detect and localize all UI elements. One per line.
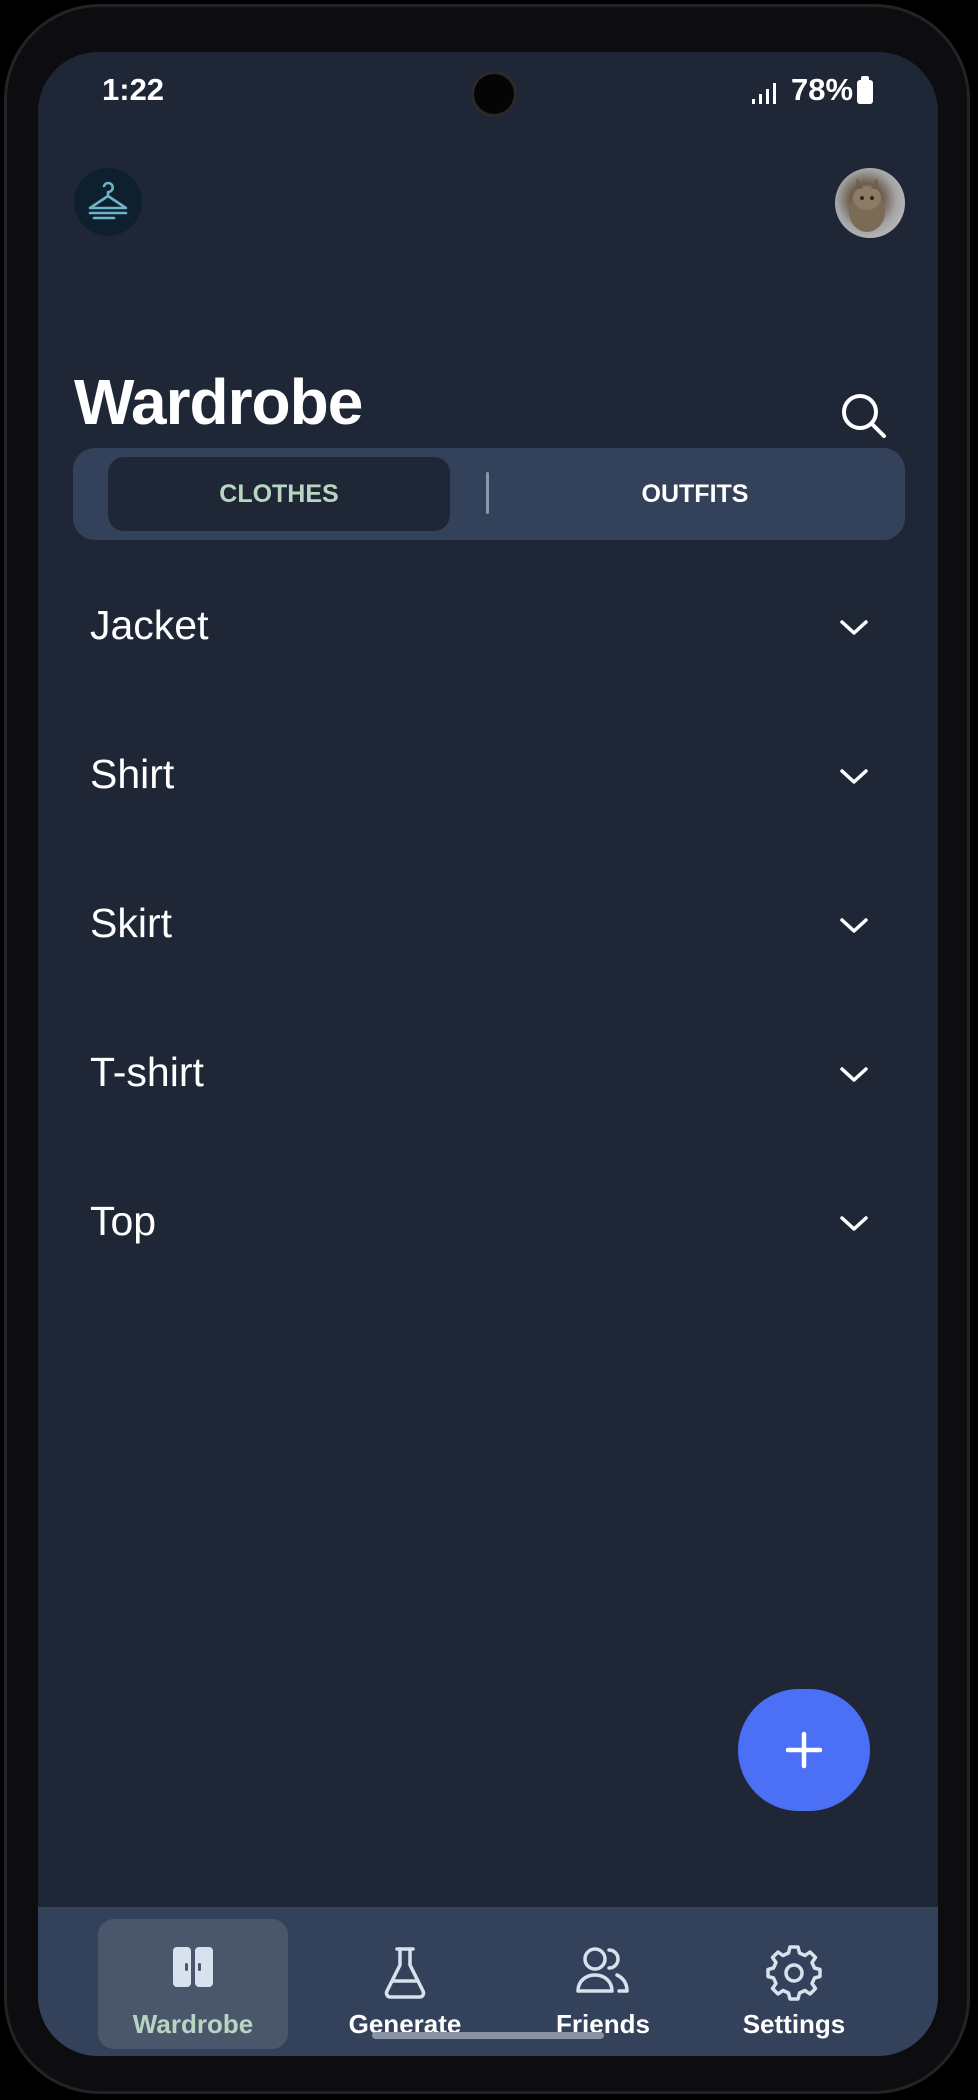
segmented-control: CLOTHES OUTFITS xyxy=(73,448,905,540)
chevron-down-icon xyxy=(840,769,868,784)
add-item-button[interactable] xyxy=(738,1689,870,1811)
category-list: Jacket Shirt Skirt T-shirt Top xyxy=(38,574,938,1319)
nav-label: Settings xyxy=(742,2009,846,2039)
phone-frame: 1:22 78% Wardrobe CLOTHES OUTFITS Jacket… xyxy=(4,4,970,2094)
camera-cutout xyxy=(474,74,514,114)
chevron-down-icon xyxy=(840,1067,868,1082)
battery-percentage: 78% xyxy=(791,72,854,107)
category-row-top[interactable]: Top xyxy=(38,1170,938,1319)
wardrobe-icon xyxy=(173,1947,213,1987)
tab-clothes[interactable]: CLOTHES xyxy=(108,457,450,531)
nav-generate[interactable]: Generate xyxy=(310,1919,500,2049)
status-time: 1:22 xyxy=(102,72,165,107)
status-bar: 1:22 78% xyxy=(38,52,938,132)
category-label: Jacket xyxy=(90,602,209,648)
hanger-logo-icon[interactable] xyxy=(74,168,142,236)
nav-label: Wardrobe xyxy=(132,2009,254,2039)
chevron-down-icon xyxy=(840,620,868,635)
battery-icon xyxy=(857,76,873,104)
category-row-t-shirt[interactable]: T-shirt xyxy=(38,1021,938,1170)
home-indicator[interactable] xyxy=(372,2032,604,2039)
app-screen: 1:22 78% Wardrobe CLOTHES OUTFITS Jacket… xyxy=(38,52,938,2056)
nav-settings[interactable]: Settings xyxy=(699,1919,889,2049)
gear-icon xyxy=(766,1945,822,2001)
category-label: Top xyxy=(90,1198,157,1244)
search-button[interactable] xyxy=(834,386,894,446)
chevron-down-icon xyxy=(840,918,868,933)
tab-divider xyxy=(486,472,489,514)
nav-wardrobe[interactable]: Wardrobe xyxy=(98,1919,288,2049)
category-row-shirt[interactable]: Shirt xyxy=(38,723,938,872)
friends-icon xyxy=(576,1947,629,1993)
signal-icon xyxy=(752,83,776,104)
category-label: T-shirt xyxy=(90,1049,204,1095)
tab-outfits[interactable]: OUTFITS xyxy=(505,457,885,531)
avatar[interactable] xyxy=(835,168,905,238)
category-row-jacket[interactable]: Jacket xyxy=(38,574,938,723)
plus-icon xyxy=(785,1731,823,1769)
page-title: Wardrobe xyxy=(74,366,363,438)
search-icon xyxy=(842,394,886,438)
category-row-skirt[interactable]: Skirt xyxy=(38,872,938,1021)
chevron-down-icon xyxy=(840,1216,868,1231)
category-label: Shirt xyxy=(90,751,175,797)
category-label: Skirt xyxy=(90,900,172,946)
nav-friends[interactable]: Friends xyxy=(508,1919,698,2049)
flask-icon xyxy=(384,1947,426,1999)
